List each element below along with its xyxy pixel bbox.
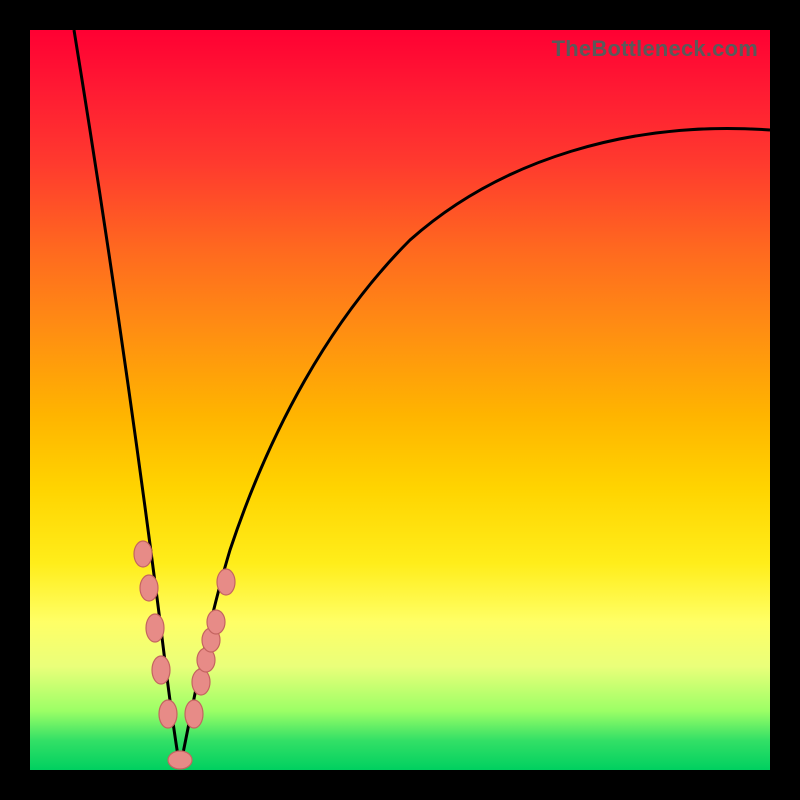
marker-point [207, 610, 225, 634]
marker-point [152, 656, 170, 684]
marker-point [159, 700, 177, 728]
marker-point [217, 569, 235, 595]
marker-point [192, 669, 210, 695]
chart-svg [30, 30, 770, 770]
marker-point [146, 614, 164, 642]
marker-point [140, 575, 158, 601]
marker-point [168, 751, 192, 769]
marker-point [185, 700, 203, 728]
marker-group [134, 541, 235, 769]
marker-point [134, 541, 152, 567]
plot-area: TheBottleneck.com [30, 30, 770, 770]
right-branch-curve [180, 128, 770, 768]
chart-frame: TheBottleneck.com [0, 0, 800, 800]
